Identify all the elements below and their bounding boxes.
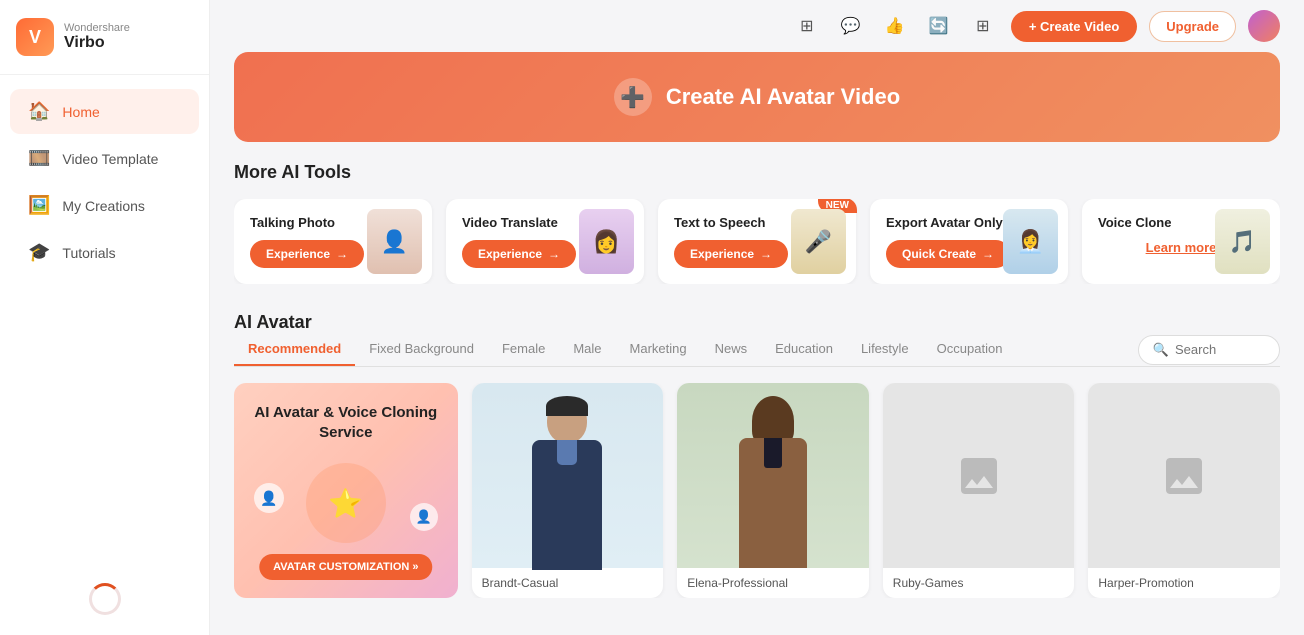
placeholder-icon-2 [1160, 452, 1208, 500]
my-creations-icon: 🖼️ [28, 195, 50, 216]
elena-label: Elena-Professional [677, 568, 869, 598]
home-icon: 🏠 [28, 101, 50, 122]
filter-tab-marketing[interactable]: Marketing [616, 333, 701, 366]
promo-title: AI Avatar & Voice Cloning Service [250, 403, 442, 442]
export-avatar-thumb: 👩‍💼 [1003, 209, 1058, 274]
filter-tab-male[interactable]: Male [559, 333, 615, 366]
filter-tab-female[interactable]: Female [488, 333, 559, 366]
more-ai-tools-title: More AI Tools [234, 162, 1280, 183]
create-avatar-banner[interactable]: ➕ Create AI Avatar Video [234, 52, 1280, 142]
sidebar-item-tutorials-label: Tutorials [62, 245, 115, 261]
thumbs-icon[interactable]: 👍 [879, 10, 911, 42]
avatar-card-ruby[interactable]: Ruby-Games [883, 383, 1075, 598]
brandt-label: Brandt-Casual [472, 568, 664, 598]
elena-image [677, 383, 869, 568]
search-icon: 🔍 [1153, 342, 1169, 358]
tool-card-video-translate[interactable]: Video Translate Experience → 👩 [446, 199, 644, 284]
logo-name: Virbo [64, 34, 130, 52]
layout-icon[interactable]: ⊞ [791, 10, 823, 42]
logo-text: Wondershare Virbo [64, 22, 130, 52]
avatar-search-input[interactable] [1175, 342, 1265, 357]
banner-icon: ➕ [614, 78, 652, 116]
talking-photo-thumb: 👤 [367, 209, 422, 274]
grid-icon[interactable]: ⊞ [967, 10, 999, 42]
brandt-image [472, 383, 664, 568]
ai-avatar-section: AI Avatar Recommended Fixed Background F… [210, 312, 1304, 598]
create-video-button[interactable]: + Create Video [1011, 11, 1137, 42]
tool-card-text-to-speech[interactable]: NEW Text to Speech Experience → 🎤 [658, 199, 856, 284]
logo-icon: V [16, 18, 54, 56]
ruby-placeholder [883, 383, 1075, 568]
video-template-icon: 🎞️ [28, 148, 50, 169]
filter-tab-education[interactable]: Education [761, 333, 847, 366]
banner-content: ➕ Create AI Avatar Video [614, 78, 900, 116]
tool-card-talking-photo[interactable]: Talking Photo Experience → 👤 [234, 199, 432, 284]
promo-bubble-2: 👤 [410, 503, 438, 531]
filter-tab-lifestyle[interactable]: Lifestyle [847, 333, 923, 366]
sidebar-loading [0, 563, 209, 635]
ruby-label: Ruby-Games [883, 568, 1075, 598]
sidebar-nav: 🏠 Home 🎞️ Video Template 🖼️ My Creations… [0, 75, 209, 563]
filter-tab-occupation[interactable]: Occupation [923, 333, 1017, 366]
avatar-card-elena[interactable]: Elena-Professional [677, 383, 869, 598]
video-translate-thumb: 👩 [579, 209, 634, 274]
avatar-card-harper[interactable]: Harper-Promotion [1088, 383, 1280, 598]
tool-card-voice-clone[interactable]: Voice Clone Learn more 🎵 [1082, 199, 1280, 284]
sidebar-item-video-template-label: Video Template [62, 151, 158, 167]
avatar-customization-button[interactable]: AVATAR CUSTOMIZATION » [259, 554, 432, 580]
export-avatar-quick-create-button[interactable]: Quick Create → [886, 240, 1010, 268]
logo-brand: Wondershare [64, 22, 130, 34]
sidebar-item-video-template[interactable]: 🎞️ Video Template [10, 136, 199, 181]
comment-icon[interactable]: 💬 [835, 10, 867, 42]
banner-text: Create AI Avatar Video [666, 84, 900, 110]
avatar-card-brandt[interactable]: Brandt-Casual [472, 383, 664, 598]
tools-row: Talking Photo Experience → 👤 Video Trans… [234, 199, 1280, 284]
filter-tab-fixed-background[interactable]: Fixed Background [355, 333, 488, 366]
tutorials-icon: 🎓 [28, 242, 50, 263]
app-logo: V Wondershare Virbo [0, 0, 209, 75]
refresh-icon[interactable]: 🔄 [923, 10, 955, 42]
sidebar: V Wondershare Virbo 🏠 Home 🎞️ Video Temp… [0, 0, 210, 635]
sidebar-item-home[interactable]: 🏠 Home [10, 89, 199, 134]
filter-tab-news[interactable]: News [701, 333, 762, 366]
talking-photo-experience-button[interactable]: Experience → [250, 240, 364, 268]
promo-decoration: ⭐ [306, 463, 386, 543]
text-to-speech-experience-button[interactable]: Experience → [674, 240, 788, 268]
sidebar-item-my-creations[interactable]: 🖼️ My Creations [10, 183, 199, 228]
more-ai-tools-section: More AI Tools Talking Photo Experience →… [210, 162, 1304, 284]
avatar-grid: AI Avatar & Voice Cloning Service ⭐ 👤 👤 … [234, 383, 1280, 598]
user-avatar[interactable] [1248, 10, 1280, 42]
promo-bubble-1: 👤 [254, 483, 284, 513]
text-to-speech-thumb: 🎤 [791, 209, 846, 274]
topbar: ⊞ 💬 👍 🔄 ⊞ + Create Video Upgrade [210, 0, 1304, 52]
loading-spinner [89, 583, 121, 615]
voice-clone-thumb: 🎵 [1215, 209, 1270, 274]
harper-label: Harper-Promotion [1088, 568, 1280, 598]
harper-placeholder [1088, 383, 1280, 568]
filter-tabs: Recommended Fixed Background Female Male… [234, 333, 1280, 367]
tool-card-export-avatar[interactable]: Export Avatar Only Quick Create → 👩‍💼 [870, 199, 1068, 284]
sidebar-item-home-label: Home [62, 104, 99, 120]
filter-tab-recommended[interactable]: Recommended [234, 333, 355, 366]
video-translate-experience-button[interactable]: Experience → [462, 240, 576, 268]
sidebar-item-tutorials[interactable]: 🎓 Tutorials [10, 230, 199, 275]
avatar-search-box[interactable]: 🔍 [1138, 335, 1280, 365]
ai-avatar-title: AI Avatar [234, 312, 1280, 333]
sidebar-item-my-creations-label: My Creations [62, 198, 144, 214]
avatar-promo-card[interactable]: AI Avatar & Voice Cloning Service ⭐ 👤 👤 … [234, 383, 458, 598]
upgrade-button[interactable]: Upgrade [1149, 11, 1236, 42]
placeholder-icon [955, 452, 1003, 500]
main-content: ⊞ 💬 👍 🔄 ⊞ + Create Video Upgrade ➕ Creat… [210, 0, 1304, 635]
